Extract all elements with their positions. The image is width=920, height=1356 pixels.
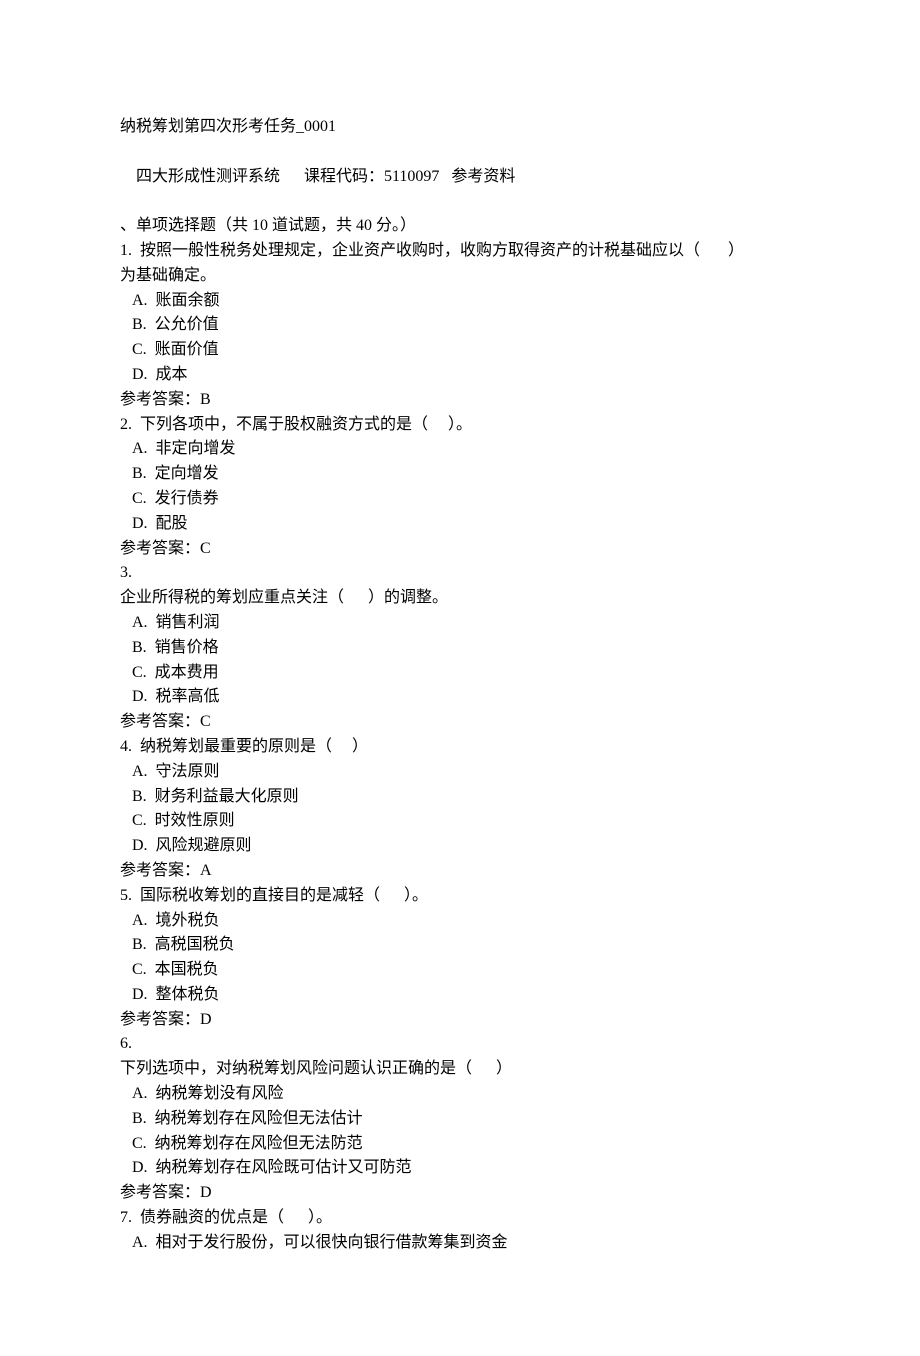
question-stem: 6. (120, 1032, 800, 1057)
answer-option: A. 销售利润 (120, 611, 800, 636)
answer-option: B. 定向增发 (120, 462, 800, 487)
question-number: 3. (120, 564, 132, 581)
reference-answer: 参考答案：C (120, 537, 800, 562)
question-text: 国际税收筹划的直接目的是减轻（ ）。 (132, 887, 428, 904)
question-number: 7. (120, 1209, 132, 1226)
answer-option: B. 高税国税负 (120, 933, 800, 958)
question-text: 纳税筹划最重要的原则是（ ） (132, 738, 368, 755)
answer-option: D. 成本 (120, 363, 800, 388)
ref-text: 参考资料 (439, 168, 515, 185)
answer-option: C. 发行债券 (120, 487, 800, 512)
doc-subtitle: 四大形成性测评系统 课程代码：5110097 参考资料 (120, 140, 800, 214)
course-code: 5110097 (384, 168, 439, 185)
question-stem: 7. 债券融资的优点是（ ）。 (120, 1206, 800, 1231)
question-stem: 5. 国际税收筹划的直接目的是减轻（ ）。 (120, 884, 800, 909)
document-page: 纳税筹划第四次形考任务_0001 四大形成性测评系统 课程代码：5110097 … (0, 0, 920, 1356)
answer-option: A. 非定向增发 (120, 437, 800, 462)
reference-answer: 参考答案：D (120, 1181, 800, 1206)
section-title: 、单项选择题（共 10 道试题，共 40 分。） (120, 214, 800, 239)
question-number: 5. (120, 887, 132, 904)
reference-answer: 参考答案：D (120, 1008, 800, 1033)
question-number: 4. (120, 738, 132, 755)
question-number: 1. (120, 242, 132, 259)
answer-option: C. 成本费用 (120, 661, 800, 686)
question-stem: 下列选项中，对纳税筹划风险问题认识正确的是（ ） (120, 1057, 800, 1082)
reference-answer: 参考答案：B (120, 388, 800, 413)
answer-option: A. 境外税负 (120, 909, 800, 934)
question-text: 按照一般性税务处理规定，企业资产收购时，收购方取得资产的计税基础应以（ ） (132, 242, 744, 259)
reference-answer: 参考答案：A (120, 859, 800, 884)
question-number: 6. (120, 1035, 132, 1052)
answer-option: C. 本国税负 (120, 958, 800, 983)
answer-option: D. 配股 (120, 512, 800, 537)
question-stem: 为基础确定。 (120, 264, 800, 289)
answer-option: B. 财务利益最大化原则 (120, 785, 800, 810)
subtitle-prefix: 四大形成性测评系统 课程代码： (136, 168, 384, 185)
question-stem: 2. 下列各项中，不属于股权融资方式的是（ ）。 (120, 413, 800, 438)
answer-option: D. 纳税筹划存在风险既可估计又可防范 (120, 1156, 800, 1181)
answer-option: D. 整体税负 (120, 983, 800, 1008)
answer-option: A. 纳税筹划没有风险 (120, 1082, 800, 1107)
question-text: 下列各项中，不属于股权融资方式的是（ ）。 (132, 416, 472, 433)
answer-option: A. 相对于发行股份，可以很快向银行借款筹集到资金 (120, 1231, 800, 1256)
answer-option: A. 守法原则 (120, 760, 800, 785)
answer-option: A. 账面余额 (120, 289, 800, 314)
answer-option: D. 税率高低 (120, 685, 800, 710)
answer-option: B. 销售价格 (120, 636, 800, 661)
answer-option: C. 纳税筹划存在风险但无法防范 (120, 1132, 800, 1157)
doc-title: 纳税筹划第四次形考任务_0001 (120, 115, 800, 140)
question-stem: 3. (120, 561, 800, 586)
question-stem: 4. 纳税筹划最重要的原则是（ ） (120, 735, 800, 760)
answer-option: D. 风险规避原则 (120, 834, 800, 859)
answer-option: C. 时效性原则 (120, 809, 800, 834)
question-text: 债券融资的优点是（ ）。 (132, 1209, 332, 1226)
answer-option: C. 账面价值 (120, 338, 800, 363)
question-stem: 1. 按照一般性税务处理规定，企业资产收购时，收购方取得资产的计税基础应以（ ） (120, 239, 800, 264)
answer-option: B. 纳税筹划存在风险但无法估计 (120, 1107, 800, 1132)
reference-answer: 参考答案：C (120, 710, 800, 735)
question-stem: 企业所得税的筹划应重点关注（ ）的调整。 (120, 586, 800, 611)
question-number: 2. (120, 416, 132, 433)
answer-option: B. 公允价值 (120, 313, 800, 338)
questions-container: 1. 按照一般性税务处理规定，企业资产收购时，收购方取得资产的计税基础应以（ ）… (120, 239, 800, 1256)
